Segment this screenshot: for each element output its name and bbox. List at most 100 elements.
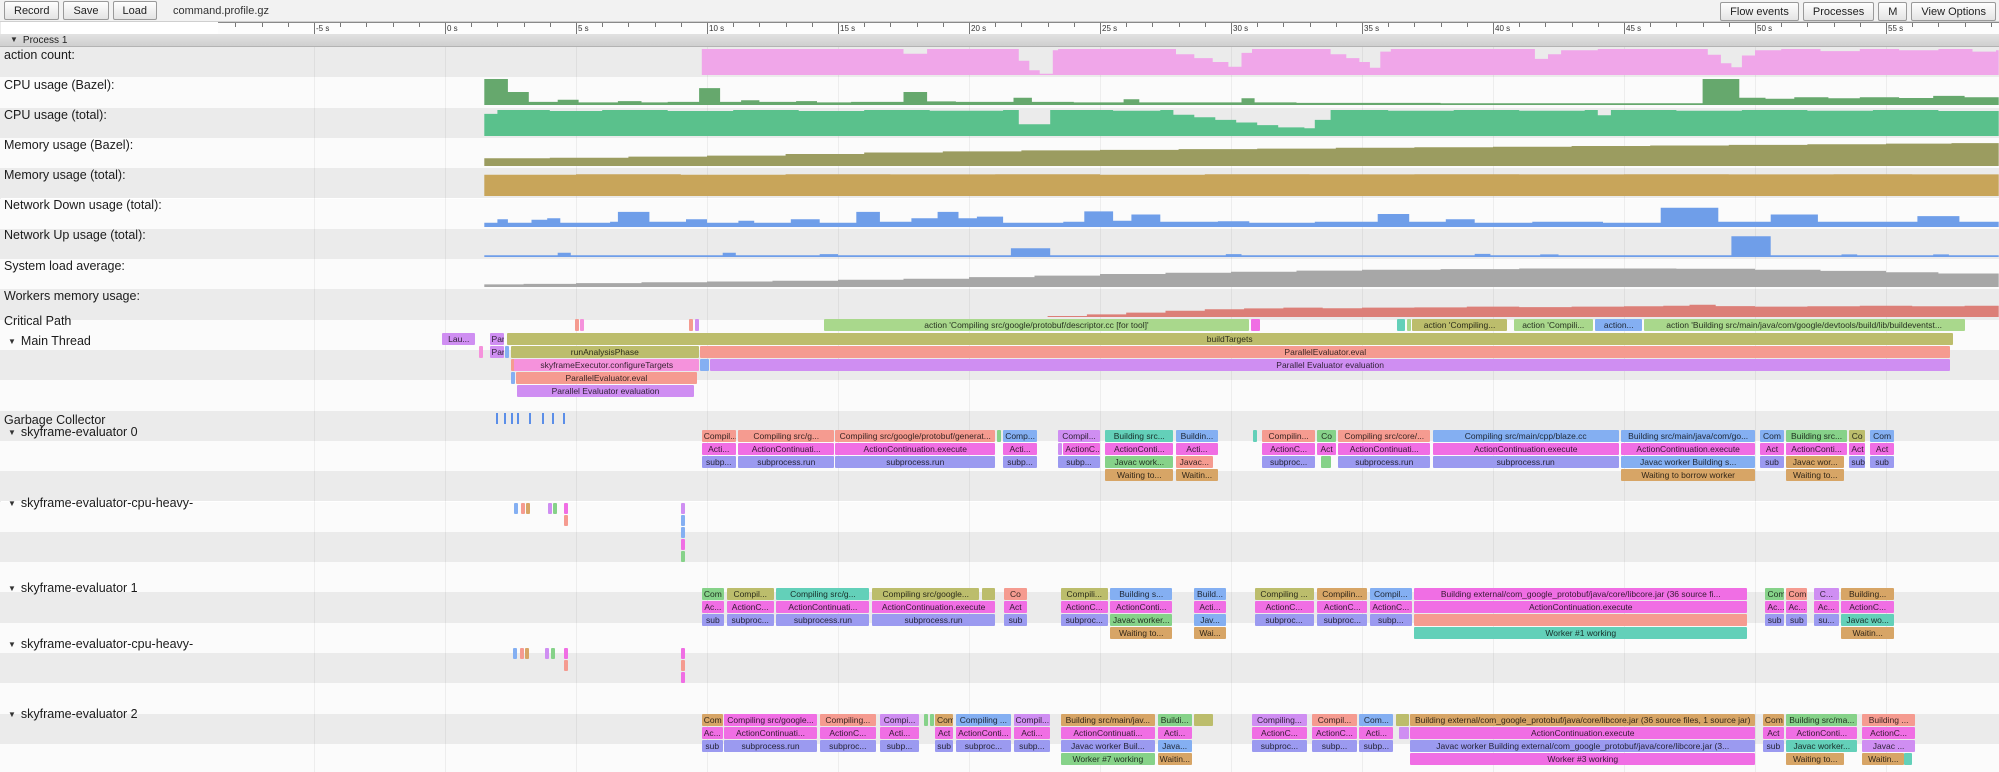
trace-segment[interactable]: subproc... [1252,740,1307,752]
process-header[interactable]: ▼Process 1 [0,34,1999,47]
counter-chart-action-count[interactable] [218,49,1999,75]
collapse-triangle-icon[interactable]: ▼ [8,337,16,346]
trace-segment[interactable] [681,539,685,550]
trace-segment[interactable]: Compiling... [1252,714,1307,726]
trace-segment[interactable]: Compil... [702,430,736,442]
trace-segment[interactable]: Compil... [1312,714,1357,726]
trace-segment[interactable] [580,319,584,331]
trace-segment[interactable]: ActionContinuation.execute [1621,443,1755,455]
trace-segment[interactable]: Act [1763,727,1784,739]
trace-segment[interactable] [526,503,530,514]
trace-segment[interactable]: ActionConti... [1786,727,1857,739]
trace-segment[interactable]: ActionC... [1841,601,1893,613]
trace-segment[interactable] [1396,714,1409,726]
trace-segment[interactable]: Compili... [1061,588,1108,600]
trace-segment[interactable] [514,503,518,514]
timeline-canvas[interactable]: action 'Compiling src/google/protobuf/de… [0,0,1999,772]
trace-segment[interactable]: sub [1765,614,1783,626]
trace-segment[interactable] [511,372,515,384]
track-header-skyframe-evaluator-cpu-heavy-2[interactable]: ▼skyframe-evaluator-cpu-heavy- [4,637,193,652]
counter-chart-system-load-average[interactable] [218,261,1999,287]
trace-segment[interactable]: sub [702,740,723,752]
trace-segment[interactable] [564,503,568,514]
trace-segment[interactable]: Act [1849,443,1865,455]
trace-segment[interactable] [700,359,709,371]
gc-event-tick[interactable] [563,413,565,424]
trace-segment[interactable]: Act [1760,443,1784,455]
trace-segment[interactable]: Compiling ... [956,714,1011,726]
trace-segment[interactable]: ActionContinuation.execute [1414,601,1747,613]
trace-segment[interactable] [681,503,685,514]
trace-segment[interactable]: Compiling src/google... [724,714,817,726]
trace-segment[interactable] [1397,319,1405,331]
trace-segment[interactable]: Waitin... [1862,753,1904,765]
trace-segment[interactable]: Com... [1359,714,1393,726]
trace-segment[interactable]: subproc... [1317,614,1367,626]
trace-segment[interactable]: ActionC... [820,727,876,739]
trace-segment[interactable] [681,660,685,671]
trace-segment[interactable]: action... [1595,319,1642,331]
trace-segment[interactable]: Act [1317,443,1335,455]
trace-segment[interactable]: subp... [880,740,919,752]
trace-segment[interactable]: ActionC... [1370,601,1412,613]
trace-segment[interactable]: Com [702,714,723,726]
save-button[interactable]: Save [63,1,108,20]
trace-segment[interactable]: subproc... [1255,614,1314,626]
trace-segment[interactable]: Waiting to borrow worker [1621,469,1755,481]
trace-segment[interactable]: ActionContinuati... [1338,443,1430,455]
trace-segment[interactable]: ActionC... [1255,601,1314,613]
trace-segment[interactable]: Worker #3 working [1410,753,1755,765]
trace-segment[interactable]: Parallel Evaluator evaluation [517,385,694,397]
trace-segment[interactable]: Waiting to... [1786,753,1844,765]
trace-segment[interactable] [564,660,568,671]
trace-segment[interactable]: ActionC... [1061,601,1108,613]
trace-segment[interactable]: Javac worker... [1110,614,1172,626]
trace-segment[interactable] [1058,443,1062,455]
trace-segment[interactable]: ActionC... [1262,443,1314,455]
trace-segment[interactable]: Waitin... [1176,469,1218,481]
trace-segment[interactable]: skyframeExecutor.configureTargets [514,359,699,371]
trace-segment[interactable]: Acti... [1003,443,1037,455]
trace-segment[interactable]: ActionC... [727,601,774,613]
track-header-skyframe-evaluator-2[interactable]: ▼skyframe-evaluator 2 [4,707,138,722]
trace-segment[interactable]: Acti... [1014,727,1051,739]
trace-segment[interactable]: ActionContinuati... [738,443,834,455]
trace-segment[interactable]: Acti... [702,443,736,455]
track-header-skyframe-evaluator-cpu-heavy-1[interactable]: ▼skyframe-evaluator-cpu-heavy- [4,496,193,511]
trace-segment[interactable] [521,503,525,514]
trace-segment[interactable]: Compiling src/google... [872,588,979,600]
trace-segment[interactable]: ActionConti... [1786,443,1846,455]
collapse-triangle-icon[interactable]: ▼ [8,499,16,508]
trace-segment[interactable]: Ac... [1786,601,1807,613]
trace-segment[interactable]: ActionContinuation.execute [1433,443,1619,455]
counter-chart-network-up-usage-total[interactable] [218,231,1999,257]
trace-segment[interactable]: ActionC... [1312,727,1357,739]
trace-segment[interactable] [564,648,568,659]
gc-event-tick[interactable] [542,413,544,424]
trace-segment[interactable]: Compil... [1014,714,1051,726]
trace-segment[interactable]: Co [1317,430,1335,442]
trace-segment[interactable]: Building ... [1862,714,1914,726]
trace-segment[interactable] [513,648,517,659]
trace-segment[interactable]: Compil... [727,588,774,600]
trace-segment[interactable]: subp... [1359,740,1393,752]
trace-segment[interactable]: Compiling src/google/protobuf/generat... [835,430,995,442]
trace-segment[interactable]: ActionConti... [956,727,1011,739]
trace-segment[interactable]: sub [1849,456,1865,468]
trace-segment[interactable]: Compil... [1370,588,1412,600]
trace-segment[interactable] [545,648,549,659]
trace-segment[interactable]: Act [935,727,953,739]
trace-segment[interactable]: Waiting to... [1786,469,1844,481]
trace-segment[interactable] [575,319,579,331]
gc-event-tick[interactable] [504,413,506,424]
processes-button[interactable]: Processes [1803,2,1874,21]
trace-segment[interactable]: subproc... [820,740,876,752]
trace-segment[interactable]: action 'Compiling src/google/protobuf/de… [824,319,1250,331]
trace-segment[interactable]: ParallelEvaluator.eval [516,372,697,384]
trace-segment[interactable]: sub [1870,456,1894,468]
trace-segment[interactable] [553,503,557,514]
trace-segment[interactable]: Javac worker Buil... [1061,740,1155,752]
trace-segment[interactable]: ActionContinuati... [1061,727,1155,739]
trace-segment[interactable]: Compiling src/g... [738,430,834,442]
trace-segment[interactable]: ActionConti... [1110,601,1172,613]
